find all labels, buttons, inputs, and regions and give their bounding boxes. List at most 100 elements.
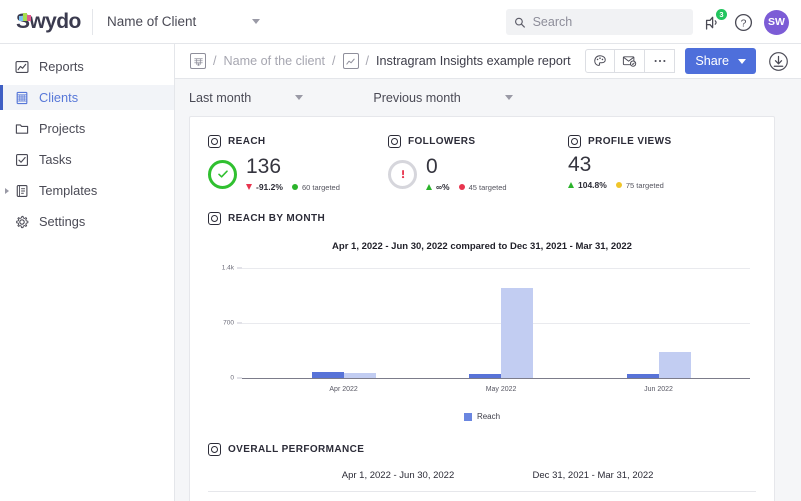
- y-tick-label: 1.4k: [221, 264, 234, 272]
- sidebar-item-label: Clients: [39, 90, 79, 105]
- report-card: REACH 136 -91.2% 60 targeted FOLLOWERS 0…: [189, 116, 775, 501]
- sidebar-item-projects[interactable]: Projects: [0, 116, 174, 141]
- sidebar-item-templates[interactable]: Templates: [0, 178, 174, 203]
- help-circle-icon: ?: [734, 13, 753, 31]
- notification-badge: 3: [716, 8, 727, 20]
- chart-legend: Reach: [208, 412, 756, 421]
- breadcrumb-separator: /: [332, 54, 336, 68]
- breadcrumb-bar: / Name of the client / / Instragram Insi…: [175, 44, 801, 79]
- main-content: / Name of the client / / Instragram Insi…: [175, 44, 801, 501]
- avatar[interactable]: SW: [764, 9, 789, 35]
- exclamation-icon: [401, 169, 404, 179]
- sidebar-item-reports[interactable]: Reports: [0, 54, 174, 79]
- kpi-values: 0 ∞% 45 targeted: [426, 156, 507, 192]
- instagram-icon: [208, 443, 221, 456]
- kpi-value: 0: [426, 155, 438, 178]
- sidebar-item-label: Projects: [39, 121, 86, 136]
- ellipsis-icon: [654, 59, 666, 63]
- checkbox-icon: [14, 152, 29, 167]
- target-dot-icon: [615, 182, 622, 188]
- performance-column-header: Dec 31, 2021 - Mar 31, 2022: [532, 470, 654, 481]
- legend-swatch: [463, 412, 472, 421]
- sidebar-item-clients[interactable]: Clients: [0, 85, 174, 110]
- kpi-header: REACH: [208, 135, 388, 148]
- building-icon: [14, 90, 29, 105]
- x-tick-label: Jun 2022: [644, 386, 673, 393]
- bar-reach-current[interactable]: [469, 374, 502, 378]
- body: Reports Clients Projects Tasks Templates…: [0, 44, 801, 501]
- search-input[interactable]: [532, 15, 685, 29]
- kpi-body: 0 ∞% 45 targeted: [388, 156, 568, 192]
- share-button[interactable]: Share: [685, 48, 756, 74]
- target-dot-icon: [291, 184, 298, 190]
- instagram-icon: [208, 135, 221, 148]
- status-badge-ok: [208, 159, 237, 189]
- breadcrumb: / Name of the client / / Instragram Insi…: [190, 53, 571, 69]
- breadcrumb-separator: /: [365, 54, 370, 68]
- chart-title: Apr 1, 2022 - Jun 30, 2022 compared to D…: [332, 241, 632, 252]
- primary-date-range-label: Last month: [189, 90, 252, 105]
- reach-by-month-header: REACH BY MONTH: [208, 212, 756, 225]
- bar-reach-previous[interactable]: [343, 373, 376, 378]
- help-button[interactable]: ?: [734, 13, 753, 32]
- report-actions: Share: [585, 48, 789, 74]
- kpi-title: FOLLOWERS: [408, 136, 476, 147]
- kpi-trend-pct: -91.2%: [256, 182, 283, 192]
- expand-arrow-icon[interactable]: [5, 187, 9, 194]
- compare-date-range-select[interactable]: Previous month: [373, 91, 513, 105]
- status-badge-warning: [388, 159, 417, 189]
- building-icon: [190, 53, 206, 69]
- performance-table-header: Apr 1, 2022 - Jun 30, 2022 Dec 31, 2021 …: [208, 470, 756, 492]
- axis-line: [242, 378, 750, 379]
- bar-reach-previous[interactable]: [658, 352, 691, 378]
- target-dot-icon: [458, 184, 465, 190]
- sidebar-item-settings[interactable]: Settings: [0, 209, 174, 234]
- kpi-profile-views: PROFILE VIEWS 43 104.8% 75 targeted: [568, 135, 754, 192]
- kpi-target: 60 targeted: [301, 182, 340, 192]
- kpi-body: 43 104.8% 75 targeted: [568, 154, 754, 190]
- kpi-reach: REACH 136 -91.2% 60 targeted: [208, 135, 388, 192]
- bar-reach-previous[interactable]: [501, 288, 534, 378]
- email-report-button[interactable]: [615, 49, 646, 73]
- performance-metric-column: [208, 470, 303, 481]
- client-selector[interactable]: Name of Client: [93, 14, 261, 29]
- kpi-subtext: -91.2% 60 targeted: [246, 182, 340, 192]
- kpi-header: PROFILE VIEWS: [568, 135, 754, 148]
- kpi-value: 43: [568, 153, 592, 176]
- top-bar: Swydo Name of Client 3 ?: [0, 0, 801, 44]
- chevron-down-icon: [295, 95, 304, 100]
- more-options-button[interactable]: [645, 49, 676, 73]
- sidebar-item-label: Reports: [39, 59, 84, 74]
- kpi-trend-pct: 104.8%: [578, 180, 607, 190]
- app-logo[interactable]: Swydo: [0, 10, 88, 34]
- bar-group: [311, 372, 376, 378]
- chart-icon: [14, 59, 29, 74]
- kpi-values: 136 -91.2% 60 targeted: [246, 156, 340, 192]
- kpi-trend-pct: ∞%: [436, 182, 450, 192]
- theme-palette-button[interactable]: [585, 49, 616, 73]
- bar-group: [469, 288, 534, 378]
- trend-up-icon: [568, 182, 574, 188]
- y-axis: 1.4k 700 0: [212, 264, 238, 382]
- sidebar-item-label: Tasks: [39, 152, 72, 167]
- download-button[interactable]: [768, 51, 789, 72]
- kpi-values: 43 104.8% 75 targeted: [568, 154, 664, 190]
- share-button-label: Share: [695, 54, 729, 68]
- kpi-subtext: ∞% 45 targeted: [426, 182, 507, 192]
- primary-date-range-select[interactable]: Last month: [189, 90, 304, 105]
- client-selector-label: Name of Client: [107, 14, 197, 29]
- announcements-button[interactable]: 3: [704, 8, 727, 31]
- chevron-down-icon: [504, 95, 513, 100]
- bar-reach-current[interactable]: [311, 372, 344, 378]
- search-box[interactable]: [506, 9, 693, 35]
- breadcrumb-client[interactable]: Name of the client: [224, 54, 326, 68]
- breadcrumb-separator: /: [213, 54, 217, 68]
- kpi-followers: FOLLOWERS 0 ∞% 45 targeted: [388, 135, 568, 192]
- overall-performance-header: OVERALL PERFORMANCE: [208, 443, 756, 456]
- instagram-icon: [568, 135, 581, 148]
- instagram-icon: [208, 212, 221, 225]
- trend-up-icon: [426, 184, 432, 190]
- top-bar-actions: 3 ? SW: [506, 0, 789, 44]
- sidebar-item-tasks[interactable]: Tasks: [0, 147, 174, 172]
- bar-reach-current[interactable]: [626, 374, 659, 378]
